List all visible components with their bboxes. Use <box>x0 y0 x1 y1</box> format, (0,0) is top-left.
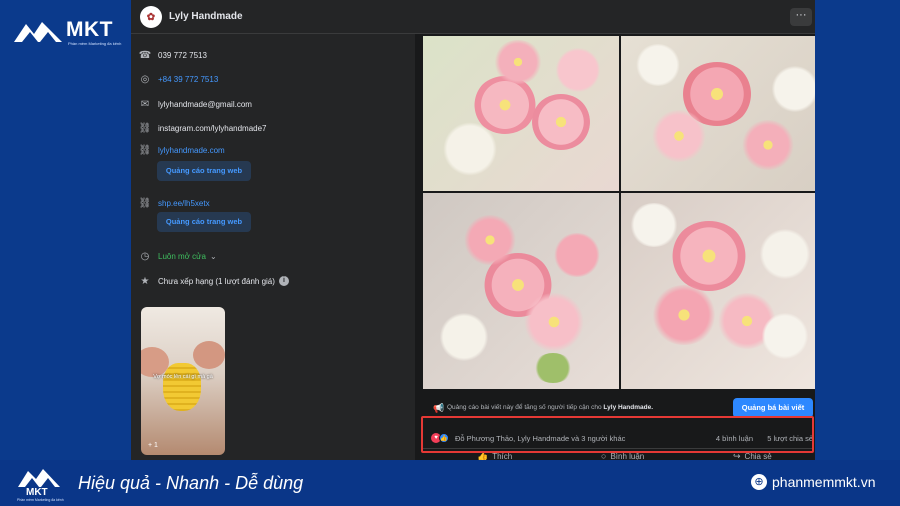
link-icon: ⛓ <box>138 197 152 209</box>
intro-phone: ☎ 039 772 7513 <box>138 49 207 61</box>
bottom-brand-banner: MKT Phần mềm Marketing đa kênh Hiệu quả … <box>0 460 900 506</box>
intro-panel: ☎ 039 772 7513 ◎ +84 39 772 7513 ✉ lylyh… <box>131 34 415 460</box>
mkt-mountain-icon <box>14 22 62 42</box>
star-icon: ★ <box>140 275 150 287</box>
mkt-mountain-icon <box>18 469 60 487</box>
post-photo-1[interactable] <box>423 36 619 191</box>
page-avatar[interactable]: ✿ <box>140 6 162 28</box>
promo-text: Quảng cáo bài viết này để tăng số người … <box>447 404 602 411</box>
intro-email: ✉ lylyhandmade@gmail.com <box>140 98 252 110</box>
crochet-yarn <box>163 363 201 411</box>
intro-instagram: ⛓ instagram.com/lylyhandmade7 <box>138 122 267 134</box>
reel-count: + 1 <box>148 442 158 449</box>
megaphone-icon: 📢 <box>433 403 445 413</box>
intro-whatsapp[interactable]: ◎ +84 39 772 7513 <box>139 73 219 85</box>
intro-website-1[interactable]: ⛓ lylyhandmade.com <box>139 144 225 156</box>
bottom-logo-text: MKT <box>26 487 48 498</box>
post-photo-2[interactable] <box>621 36 815 191</box>
email-icon: ✉ <box>140 98 150 110</box>
post-card: 📢 Quảng cáo bài viết này để tăng số ngườ… <box>415 34 815 460</box>
mkt-logo-tagline: Phần mềm Marketing đa kênh <box>68 41 122 46</box>
intro-hours[interactable]: ◷ Luôn mở cửa ⌄ <box>139 250 217 262</box>
reel-thumbnail[interactable]: Vợ móc lên cái gì mà gà + 1 <box>141 307 225 455</box>
mkt-logo: MKT Phần mềm Marketing đa kênh <box>12 16 122 50</box>
intro-website-2[interactable]: ⛓ shp.ee/lh5xetx <box>139 197 210 209</box>
promo-page-name: Lyly Handmade. <box>603 404 654 411</box>
advertise-website-button-2[interactable]: Quảng cáo trang web <box>157 212 251 232</box>
chevron-down-icon[interactable]: ⌄ <box>210 252 217 261</box>
post-photo-4[interactable] <box>621 193 815 389</box>
reel-caption: Vợ móc lên cái gì mà gà <box>153 374 213 380</box>
advertise-website-button-1[interactable]: Quảng cáo trang web <box>157 161 251 181</box>
slogan: Hiệu quả - Nhanh - Dễ dùng <box>78 473 304 493</box>
whatsapp-icon: ◎ <box>140 73 150 85</box>
boost-post-button[interactable]: Quảng bá bài viết <box>733 398 813 418</box>
bottom-logo-tagline: Phần mềm Marketing đa kênh <box>17 498 64 502</box>
link-icon: ⛓ <box>138 144 152 156</box>
post-photo-3[interactable] <box>423 193 619 389</box>
facebook-page-screenshot: ✿ Lyly Handmade ··· ☎ 039 772 7513 ◎ +84… <box>131 0 815 460</box>
intro-rating: ★ Chưa xếp hạng (1 lượt đánh giá) i <box>139 275 289 287</box>
mkt-logo-text: MKT <box>66 18 113 41</box>
link-icon: ⛓ <box>138 122 152 134</box>
page-title[interactable]: Lyly Handmade <box>169 11 243 22</box>
website-link[interactable]: ⊕ phanmemmkt.vn <box>751 474 875 490</box>
phone-icon: ☎ <box>138 49 152 61</box>
post-photo-grid[interactable] <box>423 34 815 391</box>
reaction-highlight-box <box>421 416 814 453</box>
globe-icon: ⊕ <box>751 474 767 490</box>
clock-icon: ◷ <box>140 250 150 262</box>
more-options-button[interactable]: ··· <box>790 8 812 26</box>
info-icon[interactable]: i <box>278 276 289 286</box>
page-top-bar: ✿ Lyly Handmade ··· <box>131 0 815 34</box>
promote-post-row: 📢 Quảng cáo bài viết này để tăng số ngườ… <box>423 398 815 418</box>
